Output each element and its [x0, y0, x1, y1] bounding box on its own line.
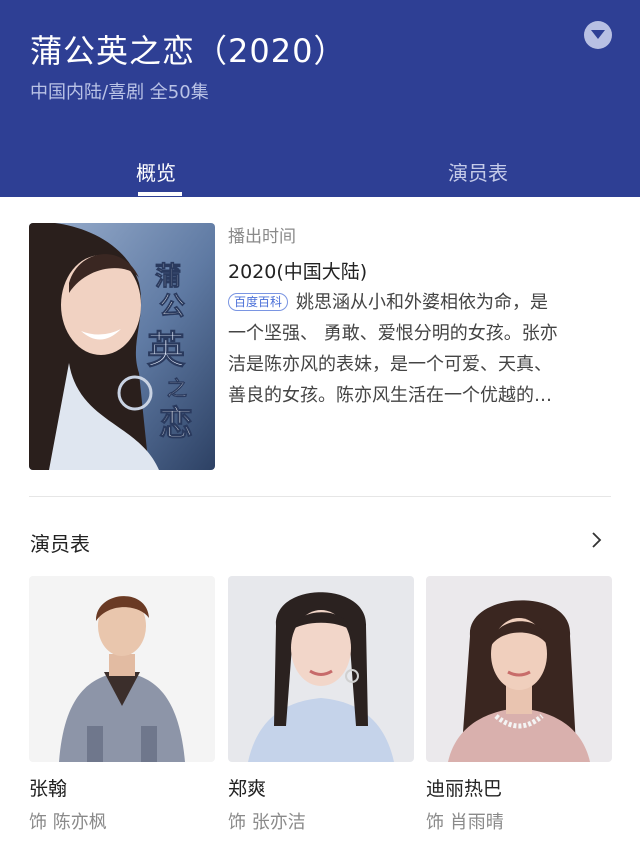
cast-photo[interactable]	[29, 576, 215, 762]
baike-badge[interactable]: 百度百科	[228, 293, 289, 311]
cast-name[interactable]: 郑爽	[228, 774, 266, 801]
show-title: 蒲公英之恋（2020）	[30, 32, 347, 70]
active-tab-indicator	[138, 192, 182, 196]
cast-role: 饰 陈亦枫	[29, 812, 107, 833]
cast-photo[interactable]	[426, 576, 612, 762]
actor-photo-image	[29, 576, 215, 762]
poster-title-char: 公	[159, 292, 185, 322]
description-line: 姚思涵从小和外婆相依为命，是	[296, 292, 549, 313]
cast-role: 饰 张亦洁	[228, 812, 306, 833]
tab-cast[interactable]: 演员表	[448, 157, 508, 186]
description-line: 善良的女孩。陈亦风生活在一个优越的…	[228, 385, 552, 406]
cast-photo[interactable]	[228, 576, 414, 762]
actor-photo-image	[228, 576, 414, 762]
poster-title-char: 之	[167, 376, 187, 400]
show-subtitle: 中国内陆/喜剧 全50集	[30, 82, 209, 103]
description-line: 一个坚强、 勇敢、爱恨分明的女孩。张亦	[228, 323, 558, 344]
show-header: 蒲公英之恋（2020） 中国内陆/喜剧 全50集 概览 演员表	[0, 0, 640, 197]
chevron-right-icon	[592, 532, 602, 548]
show-description[interactable]: 百度百科 姚思涵从小和外婆相依为命，是 一个坚强、 勇敢、爱恨分明的女孩。张亦 洁…	[228, 287, 608, 411]
cast-name[interactable]: 迪丽热巴	[426, 774, 502, 801]
poster-title-char: 英	[147, 328, 186, 372]
tab-overview[interactable]: 概览	[136, 157, 176, 186]
cast-name[interactable]: 张翰	[29, 774, 67, 801]
cast-section-heading[interactable]: 演员表	[30, 528, 90, 557]
actor-photo-image	[426, 576, 612, 762]
air-time-label: 播出时间	[228, 227, 296, 247]
air-time-value: 2020(中国大陆)	[228, 261, 368, 283]
description-line: 洁是陈亦风的表妹，是一个可爱、天真、	[228, 354, 552, 375]
poster-title-char: 蒲	[155, 262, 181, 292]
collapse-button[interactable]	[584, 21, 612, 49]
poster-image: 蒲 公 英 之 恋	[29, 223, 215, 470]
chevron-down-circle-icon	[591, 30, 605, 39]
poster-title-char: 恋	[159, 404, 193, 444]
section-divider	[29, 496, 611, 497]
show-poster[interactable]: 蒲 公 英 之 恋	[29, 223, 215, 470]
cast-more-button[interactable]	[592, 532, 602, 552]
cast-role: 饰 肖雨晴	[426, 812, 504, 833]
